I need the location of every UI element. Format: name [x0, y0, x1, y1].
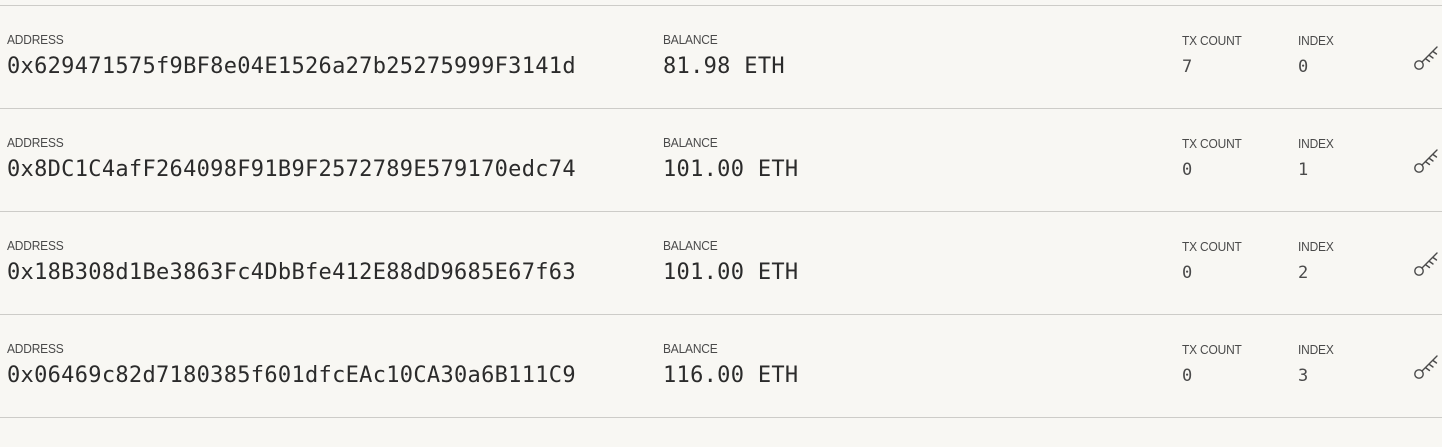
account-tx-count: 0 [1182, 366, 1193, 386]
tx-count-label: TX COUNT [1182, 33, 1242, 48]
key-icon[interactable] [1410, 349, 1442, 383]
account-index: 2 [1298, 263, 1309, 283]
tx-count-label: TX COUNT [1182, 136, 1242, 151]
index-label: INDEX [1298, 33, 1334, 48]
address-label: ADDRESS [7, 238, 64, 253]
key-icon[interactable] [1410, 40, 1442, 74]
index-label: INDEX [1298, 342, 1334, 357]
accounts-list: ADDRESS 0x629471575f9BF8e04E1526a27b2527… [0, 5, 1442, 418]
account-row: ADDRESS 0x629471575f9BF8e04E1526a27b2527… [0, 6, 1442, 109]
account-balance: 81.98 ETH [663, 54, 785, 79]
account-balance: 101.00 ETH [663, 260, 799, 285]
account-row: ADDRESS 0x06469c82d7180385f601dfcEAc10CA… [0, 315, 1442, 418]
account-address: 0x18B308d1Be3863Fc4DbBfe412E88dD9685E67f… [7, 260, 576, 285]
index-label: INDEX [1298, 239, 1334, 254]
account-balance: 116.00 ETH [663, 363, 799, 388]
account-address: 0x629471575f9BF8e04E1526a27b25275999F314… [7, 54, 576, 79]
tx-count-label: TX COUNT [1182, 342, 1242, 357]
index-label: INDEX [1298, 136, 1334, 151]
account-address: 0x8DC1C4afF264098F91B9F2572789E579170edc… [7, 157, 576, 182]
account-index: 3 [1298, 366, 1309, 386]
balance-label: BALANCE [663, 238, 718, 253]
account-tx-count: 0 [1182, 263, 1193, 283]
key-icon[interactable] [1410, 143, 1442, 177]
account-index: 0 [1298, 57, 1309, 77]
balance-label: BALANCE [663, 341, 718, 356]
balance-label: BALANCE [663, 135, 718, 150]
account-tx-count: 7 [1182, 57, 1193, 77]
address-label: ADDRESS [7, 135, 64, 150]
account-tx-count: 0 [1182, 160, 1193, 180]
address-label: ADDRESS [7, 341, 64, 356]
account-address: 0x06469c82d7180385f601dfcEAc10CA30a6B111… [7, 363, 576, 388]
address-label: ADDRESS [7, 32, 64, 47]
key-icon[interactable] [1410, 246, 1442, 280]
account-balance: 101.00 ETH [663, 157, 799, 182]
account-row: ADDRESS 0x18B308d1Be3863Fc4DbBfe412E88dD… [0, 212, 1442, 315]
tx-count-label: TX COUNT [1182, 239, 1242, 254]
account-row: ADDRESS 0x8DC1C4afF264098F91B9F2572789E5… [0, 109, 1442, 212]
balance-label: BALANCE [663, 32, 718, 47]
account-index: 1 [1298, 160, 1309, 180]
